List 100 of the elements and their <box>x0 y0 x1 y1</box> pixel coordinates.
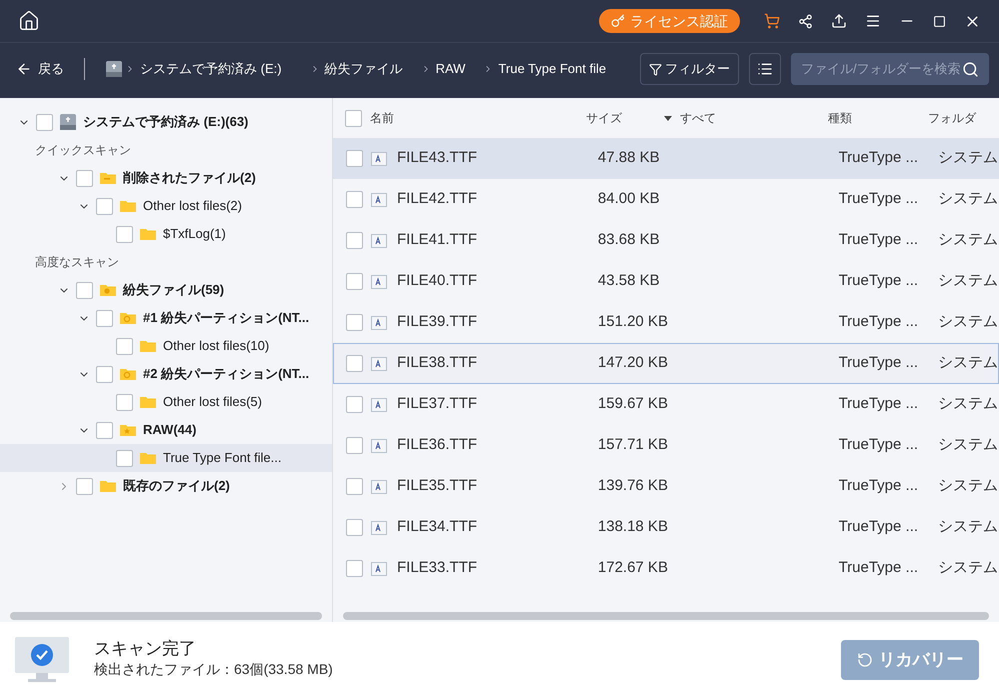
filter-button[interactable]: フィルター <box>640 53 739 85</box>
tree-item[interactable]: $TxfLog(1) <box>0 220 332 248</box>
file-name: FILE39.TTF <box>397 312 478 332</box>
search-field[interactable]: ファイル/フォルダーを検索 <box>791 53 989 85</box>
checkbox[interactable] <box>346 437 363 454</box>
table-row[interactable]: FILE41.TTF 83.68 KB TrueType ... システム <box>333 220 999 261</box>
checkbox[interactable] <box>96 366 113 382</box>
table-row[interactable]: FILE34.TTF 138.18 KB TrueType ... システム <box>333 507 999 548</box>
folder-icon <box>99 478 117 494</box>
folder-icon <box>99 282 117 298</box>
checkbox[interactable] <box>76 478 93 494</box>
folder-icon <box>139 226 157 242</box>
checkbox[interactable] <box>345 110 362 126</box>
tree-label: システムで予約済み (E:)(63) <box>83 113 248 132</box>
tree-item[interactable]: #2 紛失パーティション(NT... <box>0 360 332 388</box>
tree-item[interactable]: RAW(44) <box>0 416 332 444</box>
table-row[interactable]: FILE35.TTF 139.76 KB TrueType ... システム <box>333 466 999 507</box>
tree-item[interactable]: システムで予約済み (E:)(63) <box>0 108 332 136</box>
file-name: FILE36.TTF <box>397 435 478 456</box>
breadcrumb-link[interactable]: システムで予約済み (E:) <box>125 59 282 79</box>
checkbox[interactable] <box>346 314 363 331</box>
home-icon[interactable] <box>18 10 40 32</box>
table-row[interactable]: FILE38.TTF 147.20 KB TrueType ... システム <box>333 343 999 384</box>
checkbox[interactable] <box>116 450 133 466</box>
cart-icon[interactable] <box>764 13 780 29</box>
tree-label: RAW(44) <box>143 421 196 440</box>
file-type: TrueType ... <box>838 558 920 578</box>
column-header[interactable]: サイズ <box>586 109 664 127</box>
folder-path: システム <box>938 476 998 496</box>
checkbox[interactable] <box>346 150 363 167</box>
search-icon[interactable] <box>962 60 979 78</box>
file-size: 138.18 KB <box>598 517 669 538</box>
checkbox[interactable] <box>116 226 133 242</box>
tree-item[interactable]: Other lost files(5) <box>0 388 332 416</box>
file-type: TrueType ... <box>838 435 920 456</box>
file-size: 43.58 KB <box>598 271 661 292</box>
table-row[interactable]: FILE40.TTF 43.58 KB TrueType ... システム <box>333 261 999 302</box>
folder-icon <box>119 422 137 438</box>
checkbox[interactable] <box>96 422 113 438</box>
folder-path: システム <box>938 394 998 414</box>
share-icon[interactable] <box>798 14 813 28</box>
tree-item[interactable]: Other lost files(10) <box>0 332 332 360</box>
folder-path: システム <box>938 353 998 374</box>
breadcrumb-link[interactable]: RAW <box>420 59 466 79</box>
checkbox[interactable] <box>116 338 133 354</box>
back-button[interactable]: 戻る <box>16 59 64 79</box>
tree-item[interactable]: 削除されたファイル(2) <box>0 164 332 192</box>
checkbox[interactable] <box>346 232 363 249</box>
checkbox[interactable] <box>116 394 133 410</box>
file-name: FILE43.TTF <box>397 148 478 168</box>
export-icon[interactable] <box>831 13 847 29</box>
font-file-icon <box>371 480 387 494</box>
column-header[interactable]: 名前 <box>370 109 586 127</box>
checkbox[interactable] <box>346 355 363 372</box>
folder-icon <box>119 198 137 214</box>
list-view-button[interactable] <box>749 53 781 85</box>
tree-label: #1 紛失パーティション(NT... <box>143 309 310 328</box>
tree-item[interactable]: Other lost files(2) <box>0 192 332 220</box>
font-file-icon <box>371 398 387 412</box>
file-size: 147.20 KB <box>598 353 669 374</box>
breadcrumb-link[interactable]: True Type Font file <box>483 59 606 79</box>
maximize-icon[interactable] <box>933 14 946 28</box>
folder-path: システム <box>938 558 998 578</box>
tree-item[interactable]: #1 紛失パーティション(NT... <box>0 304 332 332</box>
checkbox[interactable] <box>36 114 53 130</box>
tree-item[interactable]: True Type Font file... <box>0 444 332 472</box>
tree-item[interactable]: 既存のファイル(2) <box>0 472 332 500</box>
horizontal-scrollbar[interactable] <box>10 612 322 620</box>
menu-icon[interactable] <box>865 13 881 29</box>
checkbox[interactable] <box>346 396 363 413</box>
font-file-icon <box>371 152 387 166</box>
table-row[interactable]: FILE36.TTF 157.71 KB TrueType ... システム <box>333 425 999 466</box>
table-row[interactable]: FILE39.TTF 151.20 KB TrueType ... システム <box>333 302 999 343</box>
table-row[interactable]: FILE33.TTF 172.67 KB TrueType ... システム <box>333 548 999 589</box>
checkbox[interactable] <box>346 273 363 290</box>
checkbox[interactable] <box>346 560 363 577</box>
file-name: FILE40.TTF <box>397 271 478 292</box>
tree-label: $TxfLog(1) <box>163 225 226 244</box>
folder-icon <box>119 310 137 326</box>
tree-item[interactable]: 紛失ファイル(59) <box>0 276 332 304</box>
checkbox[interactable] <box>346 191 363 208</box>
checkbox[interactable] <box>346 519 363 536</box>
font-file-icon <box>371 520 387 534</box>
column-header[interactable]: 種類 <box>828 109 928 127</box>
table-row[interactable]: FILE42.TTF 84.00 KB TrueType ... システム <box>333 179 999 220</box>
filter-dropdown[interactable]: すべて <box>664 109 828 127</box>
checkbox[interactable] <box>76 170 93 186</box>
file-name: FILE35.TTF <box>397 476 478 496</box>
breadcrumb-link[interactable]: 紛失ファイル <box>310 59 403 79</box>
checkbox[interactable] <box>96 198 113 214</box>
horizontal-scrollbar[interactable] <box>343 612 989 620</box>
status-detail: 検出されたファイル：63個(33.58 MB) <box>94 660 333 679</box>
table-row[interactable]: FILE37.TTF 159.67 KB TrueType ... システム <box>333 384 999 425</box>
table-row[interactable]: FILE43.TTF 47.88 KB TrueType ... システム <box>333 138 999 179</box>
checkbox[interactable] <box>346 478 363 495</box>
checkbox[interactable] <box>96 310 113 326</box>
folder-path: システム <box>938 148 998 168</box>
checkbox[interactable] <box>76 282 93 298</box>
file-name: FILE37.TTF <box>397 394 478 414</box>
column-header[interactable]: フォルダ <box>928 109 976 127</box>
